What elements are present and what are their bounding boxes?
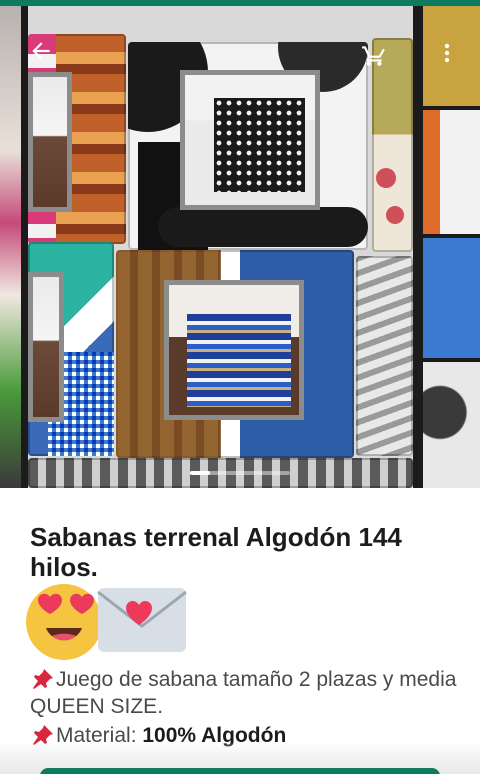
description-line: Juego de sabana tamaño 2 plazas y media … xyxy=(30,666,460,720)
more-vertical-icon xyxy=(444,43,450,63)
product-title: Sabanas terrenal Algodón 144 hilos. xyxy=(30,522,402,582)
love-letter-icon xyxy=(97,588,187,652)
product-details: Sabanas terrenal Algodón 144 hilos. Jueg… xyxy=(0,488,480,774)
action-bar[interactable] xyxy=(40,768,440,774)
image-pager-fill xyxy=(190,471,210,475)
back-button[interactable] xyxy=(24,34,58,68)
image-pager xyxy=(190,471,290,475)
image-gallery[interactable] xyxy=(0,6,480,488)
cart-button[interactable] xyxy=(357,38,391,72)
product-image[interactable] xyxy=(28,6,413,488)
next-image-peek[interactable] xyxy=(423,6,480,488)
previous-image-peek[interactable] xyxy=(0,6,21,488)
shopping-cart-icon xyxy=(362,46,385,66)
description-text: Juego de sabana tamaño 2 plazas y media … xyxy=(30,668,457,718)
arrow-left-icon xyxy=(32,42,50,60)
pushpin-icon xyxy=(33,669,53,689)
more-options-button[interactable] xyxy=(430,36,464,70)
emoji-decoration xyxy=(24,580,194,662)
product-screen: Sabanas terrenal Algodón 144 hilos. Jueg… xyxy=(0,0,480,774)
